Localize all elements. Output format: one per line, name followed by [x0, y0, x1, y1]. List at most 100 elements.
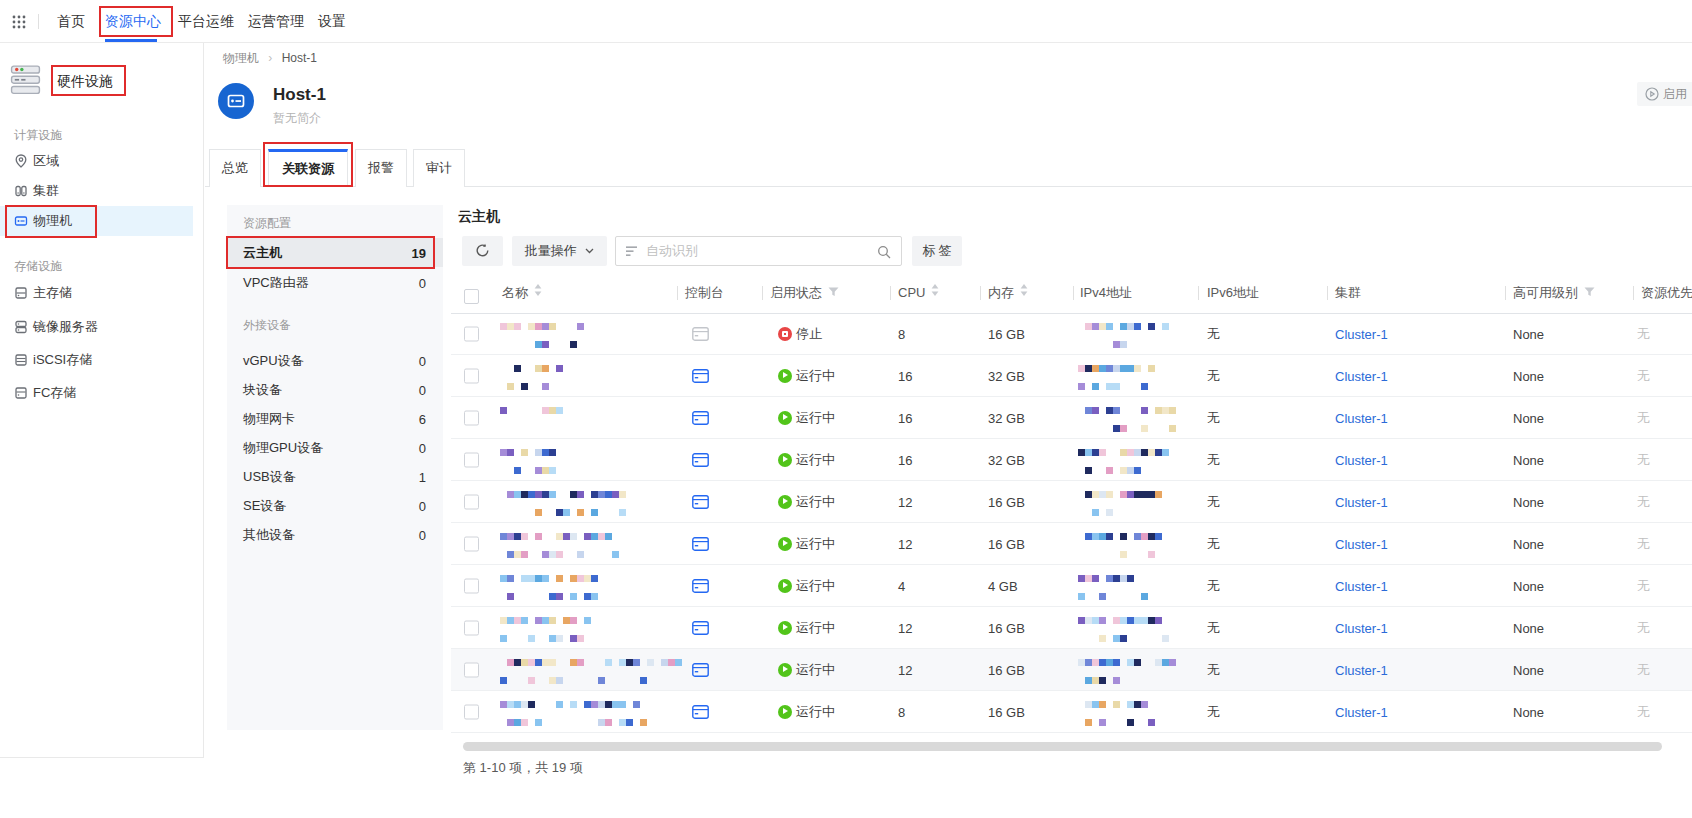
vm-ipv4-redacted — [1078, 484, 1168, 520]
refresh-button[interactable] — [462, 236, 503, 266]
select-all-checkbox[interactable] — [464, 289, 479, 304]
col-header-CPU[interactable]: CPU — [898, 280, 939, 313]
vm-cluster-link[interactable]: Cluster-1 — [1335, 578, 1388, 593]
vm-cluster-link[interactable]: Cluster-1 — [1335, 368, 1388, 383]
nav-divider — [38, 14, 39, 29]
tab-报警[interactable]: 报警 — [355, 149, 407, 187]
row-checkbox[interactable] — [464, 410, 479, 425]
main-content: 物理机 › Host-1 Host-1 暂无简介 启用 总览关联资源报警审计 资… — [205, 43, 1692, 818]
page-subtitle: 暂无简介 — [273, 110, 321, 127]
nav-item-设置[interactable]: 设置 — [318, 0, 346, 42]
sidebar-item-FC存储[interactable]: FC存储 — [0, 378, 193, 408]
console-icon[interactable] — [692, 705, 709, 719]
search-placeholder: 自动识别 — [646, 237, 698, 265]
sidebar-item-镜像服务器[interactable]: 镜像服务器 — [0, 312, 193, 342]
app-launcher-icon[interactable] — [12, 15, 26, 29]
sidebar-item-iSCSI存储[interactable]: iSCSI存储 — [0, 345, 193, 375]
console-icon[interactable] — [692, 537, 709, 551]
vm-cluster-link[interactable]: Cluster-1 — [1335, 326, 1388, 341]
console-icon[interactable] — [692, 579, 709, 593]
console-icon[interactable] — [692, 411, 709, 425]
table-row-9[interactable]: 运行中1216 GB无Cluster-1None无 — [451, 649, 1692, 691]
panel-item-vGPU设备[interactable]: vGPU设备0 — [227, 346, 443, 375]
console-icon[interactable] — [692, 663, 709, 677]
col-header-控制台[interactable]: 控制台 — [685, 280, 724, 313]
tag-button[interactable]: 标签 — [912, 236, 962, 266]
row-checkbox[interactable] — [464, 704, 479, 719]
vm-name-redacted — [500, 400, 570, 436]
sidebar-item-集群[interactable]: 集群 — [0, 176, 193, 206]
vm-cluster-link[interactable]: Cluster-1 — [1335, 410, 1388, 425]
vm-cluster-link[interactable]: Cluster-1 — [1335, 620, 1388, 635]
row-checkbox[interactable] — [464, 494, 479, 509]
row-checkbox[interactable] — [464, 368, 479, 383]
sidebar-item-区域[interactable]: 区域 — [0, 146, 193, 176]
vm-cluster-link[interactable]: Cluster-1 — [1335, 704, 1388, 719]
console-icon[interactable] — [692, 327, 709, 341]
panel-item-USB设备[interactable]: USB设备1 — [227, 462, 443, 491]
horizontal-scrollbar[interactable] — [463, 742, 1662, 751]
table-row-1[interactable]: 停止816 GB无Cluster-1None无 — [451, 313, 1692, 355]
panel-item-SE设备[interactable]: SE设备0 — [227, 491, 443, 520]
tab-审计[interactable]: 审计 — [413, 149, 465, 187]
vm-ipv4-redacted — [1078, 610, 1173, 646]
col-header-内存[interactable]: 内存 — [988, 280, 1028, 313]
vm-ipv6: 无 — [1207, 577, 1220, 595]
col-header-集群[interactable]: 集群 — [1335, 280, 1361, 313]
running-icon — [778, 411, 792, 425]
console-icon[interactable] — [692, 453, 709, 467]
table-row-7[interactable]: 运行中44 GB无Cluster-1None无 — [451, 565, 1692, 607]
table-row-2[interactable]: 运行中1632 GB无Cluster-1None无 — [451, 355, 1692, 397]
vm-cluster-link[interactable]: Cluster-1 — [1335, 536, 1388, 551]
console-icon[interactable] — [692, 495, 709, 509]
bulk-actions-button[interactable]: 批量操作 — [512, 236, 607, 266]
col-header-IPv4地址[interactable]: IPv4地址 — [1080, 280, 1132, 313]
row-checkbox[interactable] — [464, 326, 479, 341]
vm-cluster-link[interactable]: Cluster-1 — [1335, 452, 1388, 467]
sidebar-item-物理机[interactable]: 物理机 — [0, 206, 193, 236]
vm-cpu: 12 — [898, 662, 912, 677]
nav-item-首页[interactable]: 首页 — [57, 0, 85, 42]
col-header-启用状态[interactable]: 启用状态 — [770, 280, 839, 313]
row-checkbox[interactable] — [464, 662, 479, 677]
console-icon[interactable] — [692, 621, 709, 635]
vm-name-redacted — [500, 526, 620, 562]
nav-item-运营管理[interactable]: 运营管理 — [248, 0, 304, 42]
col-header-IPv6地址[interactable]: IPv6地址 — [1207, 280, 1259, 313]
table-row-6[interactable]: 运行中1216 GB无Cluster-1None无 — [451, 523, 1692, 565]
panel-item-块设备[interactable]: 块设备0 — [227, 375, 443, 404]
vm-ipv6: 无 — [1207, 325, 1220, 343]
panel-item-其他设备[interactable]: 其他设备0 — [227, 520, 443, 549]
col-header-名称[interactable]: 名称 — [502, 280, 542, 313]
panel-item-物理GPU设备[interactable]: 物理GPU设备0 — [227, 433, 443, 462]
enable-button[interactable]: 启用 — [1637, 82, 1692, 106]
table-row-3[interactable]: 运行中1632 GB无Cluster-1None无 — [451, 397, 1692, 439]
vm-ha-level: None — [1513, 326, 1544, 341]
table-row-8[interactable]: 运行中1216 GB无Cluster-1None无 — [451, 607, 1692, 649]
vm-ha-level: None — [1513, 536, 1544, 551]
table-row-10[interactable]: 运行中816 GB无Cluster-1None无 — [451, 691, 1692, 733]
panel-item-云主机[interactable]: 云主机19 — [227, 238, 443, 267]
sidebar-item-主存储[interactable]: 主存储 — [0, 278, 193, 308]
console-icon[interactable] — [692, 369, 709, 383]
tab-总览[interactable]: 总览 — [209, 149, 261, 187]
table-row-5[interactable]: 运行中1216 GB无Cluster-1None无 — [451, 481, 1692, 523]
panel-item-物理网卡[interactable]: 物理网卡6 — [227, 404, 443, 433]
col-header-高可用级别[interactable]: 高可用级别 — [1513, 280, 1595, 313]
row-checkbox[interactable] — [464, 578, 479, 593]
table-row-4[interactable]: 运行中1632 GB无Cluster-1None无 — [451, 439, 1692, 481]
tab-关联资源[interactable]: 关联资源 — [268, 149, 348, 187]
running-icon — [778, 369, 792, 383]
vm-cluster-link[interactable]: Cluster-1 — [1335, 662, 1388, 677]
nav-item-资源中心[interactable]: 资源中心 — [105, 0, 161, 42]
vm-cluster-link[interactable]: Cluster-1 — [1335, 494, 1388, 509]
search-icon[interactable] — [877, 245, 891, 259]
nav-item-平台运维[interactable]: 平台运维 — [178, 0, 234, 42]
row-checkbox[interactable] — [464, 452, 479, 467]
panel-item-VPC路由器[interactable]: VPC路由器0 — [227, 268, 443, 297]
row-checkbox[interactable] — [464, 536, 479, 551]
col-header-资源优先级[interactable]: 资源优先级 — [1641, 280, 1692, 313]
search-input[interactable]: 自动识别 — [615, 236, 902, 266]
row-checkbox[interactable] — [464, 620, 479, 635]
breadcrumb-parent[interactable]: 物理机 — [223, 51, 259, 65]
